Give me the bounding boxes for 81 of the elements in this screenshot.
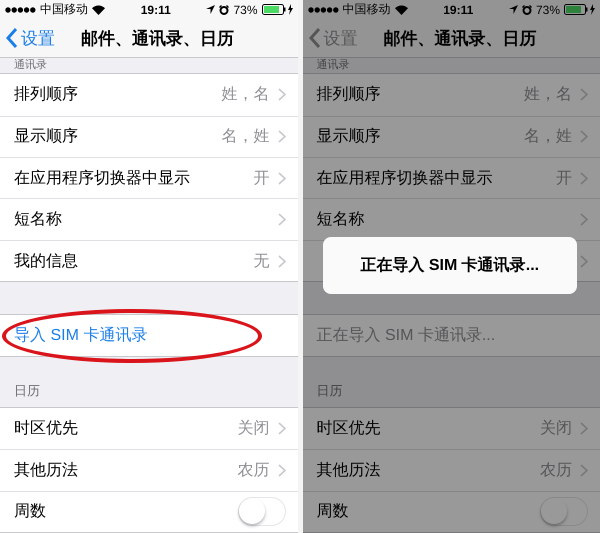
- section-header: 日历: [316, 382, 342, 399]
- clock-time: 19:11: [443, 2, 474, 17]
- settings-row[interactable]: 时区优先 关闭: [302, 408, 600, 450]
- battery-percent: 73%: [536, 2, 560, 17]
- row-label: 其他历法: [14, 460, 79, 481]
- alarm-clock-icon: [522, 4, 532, 15]
- section-header: 通讯录: [14, 58, 47, 72]
- battery-charging-icon: [564, 4, 596, 16]
- signal-icon: [5, 6, 36, 13]
- row-label: 在应用程序切换器中显示: [14, 168, 191, 189]
- row-label: 显示顺序: [14, 126, 79, 148]
- chevron-icon: [580, 213, 588, 226]
- row-label: 周数: [14, 502, 47, 522]
- toggle-switch[interactable]: [540, 497, 588, 526]
- back-chevron-icon: [6, 28, 18, 48]
- carrier-name: 中国移动: [40, 1, 88, 18]
- location-arrow-icon: [508, 5, 518, 14]
- settings-row[interactable]: 时区优先 关闭: [0, 408, 298, 450]
- chevron-icon: [278, 464, 286, 477]
- chevron-icon: [580, 88, 588, 102]
- row-label: 我的信息: [14, 252, 79, 272]
- row-label: 周数: [316, 502, 350, 522]
- back-chevron-icon: [308, 28, 320, 48]
- wifi-icon: [92, 4, 105, 15]
- settings-row[interactable]: 在应用程序切换器中显示 开: [302, 157, 600, 198]
- row-label: 显示顺序: [316, 126, 382, 148]
- settings-row[interactable]: 短名称: [0, 198, 298, 240]
- settings-row[interactable]: 其他历法 农历: [302, 449, 600, 491]
- chevron-icon: [278, 130, 286, 144]
- battery-charging-icon: [262, 4, 294, 16]
- alert-message: 正在导入 SIM 卡通讯录...: [360, 255, 540, 276]
- row-value: 关闭: [238, 418, 270, 440]
- row-value: 名，姓: [524, 127, 572, 148]
- screen-title: 邮件、通讯录、日历: [81, 28, 234, 50]
- alarm-clock-icon: [219, 4, 230, 15]
- chevron-icon: [278, 213, 286, 226]
- chevron-icon: [580, 464, 588, 477]
- settings-row[interactable]: 排列顺序 姓，名: [302, 74, 600, 116]
- chevron-icon: [278, 422, 286, 436]
- chevron-icon: [278, 172, 286, 185]
- row-value: 无: [254, 252, 270, 272]
- settings-row[interactable]: 在应用程序切换器中显示 开: [0, 157, 298, 198]
- row-value: 姓，名: [524, 85, 572, 106]
- back-button[interactable]: 设置: [6, 26, 55, 50]
- row-label: 在应用程序切换器中显示: [316, 168, 494, 189]
- row-value: 农历: [238, 460, 270, 481]
- row-value: 开: [556, 168, 572, 189]
- row-label: 短名称: [316, 210, 366, 230]
- row-label: 时区优先: [316, 418, 382, 440]
- row-label: 时区优先: [14, 418, 79, 440]
- row-value: 关闭: [540, 418, 572, 440]
- row-label: 短名称: [14, 210, 63, 230]
- import-row[interactable]: 导入 SIM 卡通讯录: [0, 315, 298, 356]
- chevron-icon: [580, 422, 588, 436]
- chevron-icon: [580, 172, 588, 185]
- settings-row[interactable]: 显示顺序 名，姓: [0, 116, 298, 158]
- row-value: 开: [254, 168, 270, 189]
- chevron-icon: [278, 254, 286, 268]
- settings-row[interactable]: 其他历法 农历: [0, 449, 298, 491]
- chevron-icon: [278, 88, 286, 102]
- clock-time: 19:11: [140, 2, 171, 17]
- row-label: 其他历法: [316, 460, 382, 481]
- row-value: 名，姓: [222, 127, 270, 148]
- signal-icon: [308, 6, 338, 13]
- battery-percent: 73%: [233, 2, 258, 17]
- settings-row[interactable]: 我的信息 无: [0, 240, 298, 282]
- section-header: 通讯录: [316, 58, 350, 72]
- screen-title: 邮件、通讯录、日历: [384, 28, 536, 50]
- location-arrow-icon: [206, 5, 216, 14]
- row-value: 姓，名: [222, 85, 270, 106]
- chevron-icon: [580, 254, 588, 268]
- settings-row[interactable]: 显示顺序 名，姓: [302, 116, 600, 158]
- section-header: 日历: [14, 382, 40, 399]
- carrier-name: 中国移动: [342, 1, 390, 18]
- wifi-icon: [394, 4, 408, 15]
- settings-row[interactable]: 排列顺序 姓，名: [0, 74, 298, 116]
- row-label: 排列顺序: [316, 84, 382, 106]
- toggle-switch[interactable]: [238, 497, 286, 526]
- row-value: 农历: [540, 460, 572, 481]
- chevron-icon: [580, 130, 588, 144]
- row-label: 排列顺序: [14, 84, 79, 106]
